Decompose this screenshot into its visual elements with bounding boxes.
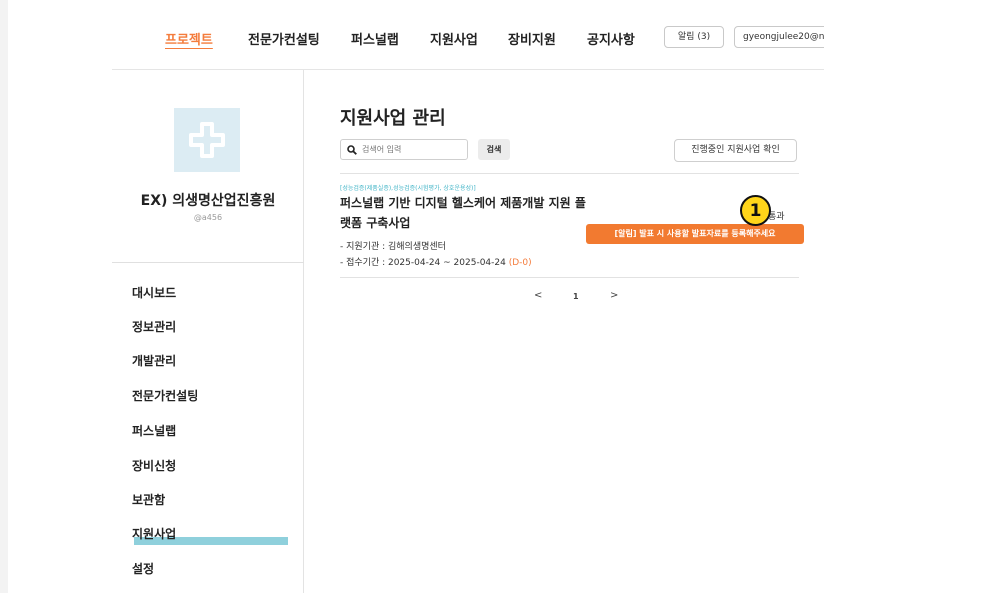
ongoing-programs-button[interactable]: 진행중인 지원사업 확인: [674, 139, 797, 162]
page-number[interactable]: 1: [573, 292, 579, 301]
sidebar-item-info[interactable]: 정보관리: [132, 318, 176, 335]
search-button[interactable]: 검색: [478, 139, 510, 160]
nav-notice[interactable]: 공지사항: [587, 29, 635, 48]
sidebar-item-expert-consulting[interactable]: 전문가컨설팅: [132, 387, 198, 404]
step-number-badge: 1: [740, 195, 771, 226]
sidebar-item-support-program[interactable]: 지원사업: [132, 525, 176, 542]
program-agency: - 지원기관 : 김해의생명센터: [340, 242, 446, 252]
program-title[interactable]: 퍼스널랩 기반 디지털 헬스케어 제품개발 지원 플랫폼 구축사업: [340, 193, 586, 233]
program-period: - 접수기간 : 2025-04-24 ~ 2025-04-24 (D-0): [340, 255, 532, 268]
upload-presentation-alert-button[interactable]: [알림] 발표 시 사용할 발표자료를 등록해주세요: [586, 224, 804, 244]
organization-name: EX) 의생명산업진흥원: [140, 193, 276, 209]
chevron-left-icon[interactable]: <: [534, 290, 542, 301]
right-blank-area: [824, 0, 994, 593]
nav-support-program[interactable]: 지원사업: [430, 29, 478, 48]
organization-avatar: [174, 108, 240, 172]
sidebar-item-development[interactable]: 개발관리: [132, 352, 176, 369]
d-day-badge: (D-0): [508, 258, 532, 268]
chevron-right-icon[interactable]: >: [610, 290, 618, 301]
sidebar-item-equipment[interactable]: 장비신청: [132, 457, 176, 474]
organization-handle: @a456: [193, 213, 223, 222]
sidebar-item-settings[interactable]: 설정: [132, 560, 154, 577]
program-tags: [성능검증(제품실증),성능검증(시험평가, 상호운용성)]: [340, 185, 476, 192]
nav-project[interactable]: 프로젝트: [165, 29, 213, 48]
sidebar-item-personal-lab[interactable]: 퍼스널랩: [132, 422, 176, 439]
notification-button[interactable]: 알림 (3): [664, 26, 724, 48]
nav-personal-lab[interactable]: 퍼스널랩: [351, 29, 399, 48]
sidebar: EX) 의생명산업진흥원 @a456 대시보드 정보관리 개발관리 전문가컨설팅…: [112, 70, 304, 593]
search-field[interactable]: [340, 139, 468, 160]
program-period-text: - 접수기간 : 2025-04-24 ~ 2025-04-24: [340, 258, 506, 268]
list-bottom-divider: [340, 277, 799, 278]
nav-expert-consulting[interactable]: 전문가컨설팅: [248, 29, 320, 48]
list-top-divider: [340, 173, 799, 174]
sidebar-item-dashboard[interactable]: 대시보드: [132, 284, 176, 301]
nav-equipment-support[interactable]: 장비지원: [508, 29, 556, 48]
main-content: 지원사업 관리 검색 진행중인 지원사업 확인 [성능검증(제품실증),성능검증…: [304, 70, 824, 593]
sidebar-item-storage[interactable]: 보관함: [132, 491, 165, 508]
page-title: 지원사업 관리: [340, 108, 446, 129]
search-icon: [347, 144, 357, 155]
page: 프로젝트 전문가컨설팅 퍼스널랩 지원사업 장비지원 공지사항 알림 (3) g…: [8, 0, 994, 593]
search-input[interactable]: [362, 145, 462, 154]
medical-cross-icon: [189, 122, 225, 158]
sidebar-divider: [112, 262, 304, 263]
